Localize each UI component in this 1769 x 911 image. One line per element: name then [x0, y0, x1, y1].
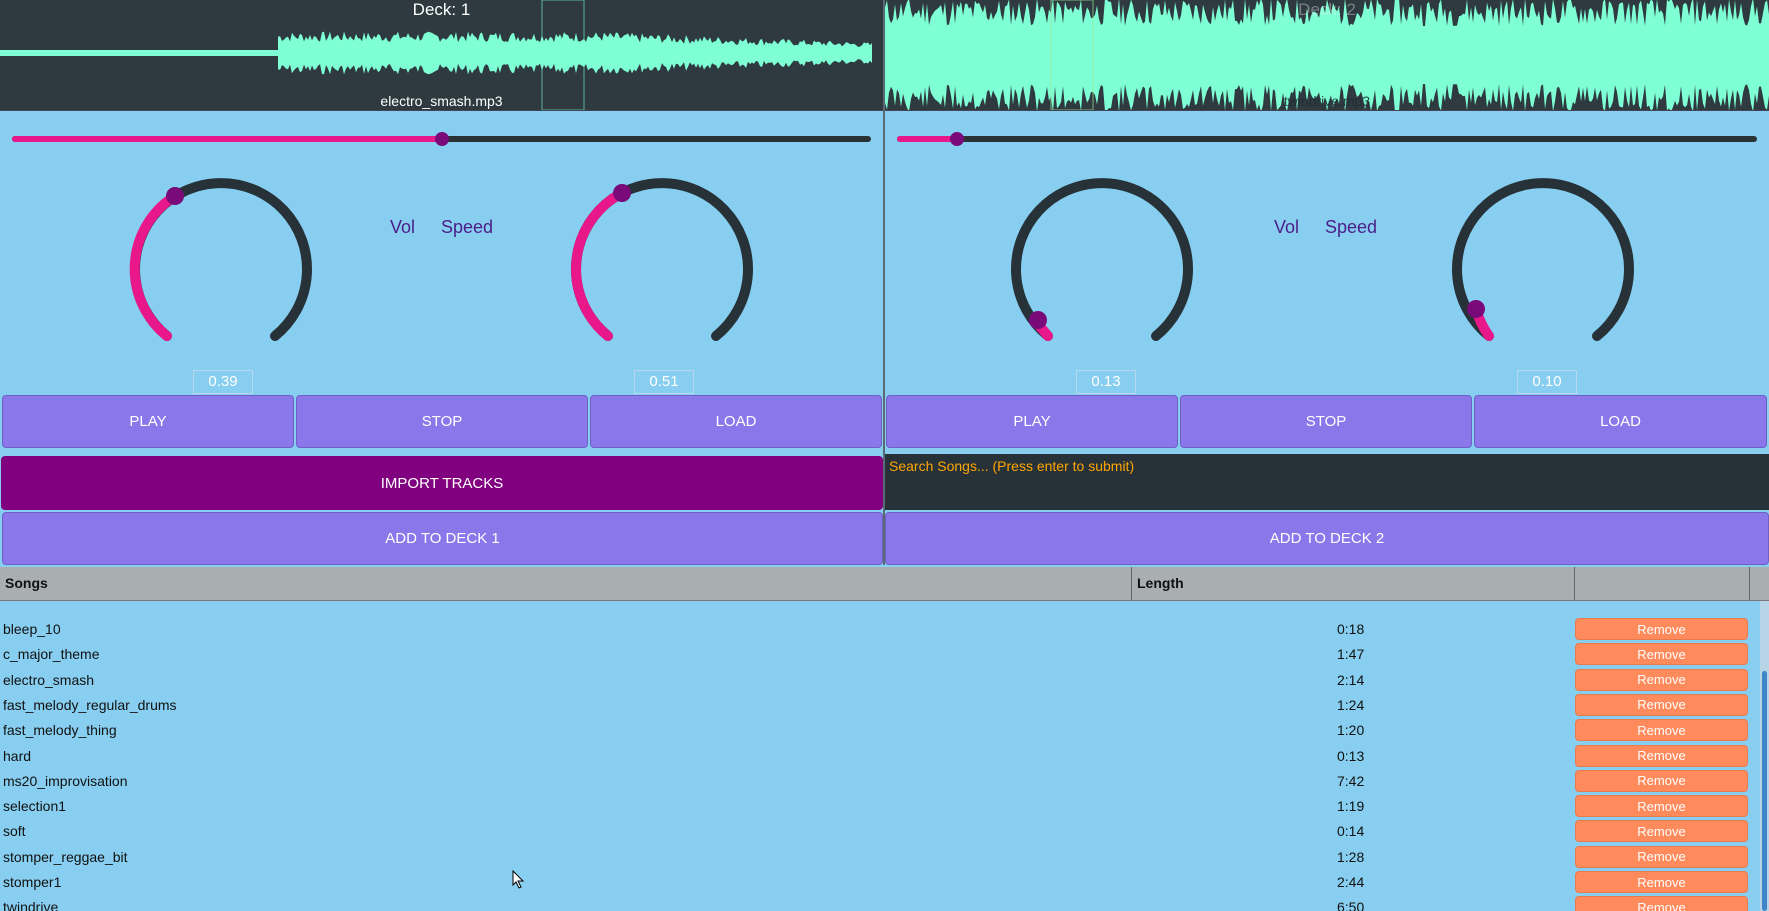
deck-1-waveform[interactable]: Deck: 1 electro_smash.mp3: [0, 0, 883, 111]
table-row[interactable]: bleep_10 0:18 Remove: [0, 617, 1769, 642]
playlist-header: Songs Length: [0, 567, 1769, 601]
table-row[interactable]: fast_melody_thing 1:20 Remove: [0, 718, 1769, 743]
song-name: fast_melody_regular_drums: [3, 696, 177, 713]
add-to-deck-1-button[interactable]: ADD TO DECK 1: [2, 512, 883, 565]
add-to-deck-2-button[interactable]: ADD TO DECK 2: [885, 512, 1769, 565]
deck-2-speed-value[interactable]: 0.10: [1517, 370, 1577, 394]
remove-button[interactable]: Remove: [1575, 845, 1748, 868]
deck-1-stop-button[interactable]: STOP: [296, 395, 588, 448]
deck-2-filename: twindrive.mp3: [1283, 93, 1371, 109]
table-row[interactable]: stomper_reggae_bit 1:28 Remove: [0, 845, 1769, 870]
deck-2-position-slider[interactable]: [897, 132, 1757, 146]
deck-1-position-slider[interactable]: [12, 132, 871, 146]
remove-button[interactable]: Remove: [1575, 769, 1748, 792]
remove-button[interactable]: Remove: [1575, 871, 1748, 893]
table-row[interactable]: ms20_improvisation 7:42 Remove: [0, 769, 1769, 794]
table-row[interactable]: soft 0:14 Remove: [0, 819, 1769, 844]
deck-1-vol-knob[interactable]: [121, 170, 321, 370]
deck-2-waveform[interactable]: Deck: 2 twindrive.mp3: [885, 0, 1769, 111]
deck-1-speed-value[interactable]: 0.51: [634, 370, 694, 394]
table-row[interactable]: selection1 1:19 Remove: [0, 794, 1769, 819]
deck-2-vol-value[interactable]: 0.13: [1076, 370, 1136, 394]
deck-1-title: Deck: 1: [412, 0, 471, 19]
mouse-cursor-icon: [512, 870, 525, 889]
song-length: 7:42: [1337, 772, 1365, 789]
deck-2-position-fill: [897, 136, 958, 142]
song-name: c_major_theme: [3, 646, 100, 663]
table-row[interactable]: twindrive 6:50 Remove: [0, 895, 1769, 911]
playlist-scroll-thumb[interactable]: [1762, 671, 1767, 911]
deck-2-load-button[interactable]: LOAD: [1474, 395, 1767, 448]
remove-button[interactable]: Remove: [1575, 744, 1748, 767]
song-name: stomper_reggae_bit: [3, 848, 128, 865]
deck-1-play-button[interactable]: PLAY: [2, 395, 294, 448]
deck-1-position-fill: [12, 136, 442, 142]
song-name: stomper1: [3, 874, 62, 890]
column-header-actions: [1575, 567, 1750, 600]
remove-button[interactable]: Remove: [1575, 795, 1748, 818]
deck-1-vol-label: Vol: [390, 217, 416, 237]
import-tracks-button[interactable]: IMPORT TRACKS: [1, 456, 883, 510]
search-box: [885, 454, 1769, 510]
song-name: bleep_10: [3, 621, 61, 637]
search-input[interactable]: [889, 458, 1765, 474]
deck-2-play-button[interactable]: PLAY: [886, 395, 1178, 448]
deck-1-vol-value[interactable]: 0.39: [193, 370, 253, 394]
deck-2-stop-button[interactable]: STOP: [1180, 395, 1472, 448]
deck-1-speed-knob[interactable]: [562, 170, 762, 370]
deck-2-speed-knob[interactable]: [1443, 170, 1643, 370]
column-header-length[interactable]: Length: [1132, 567, 1575, 600]
song-length: 1:20: [1337, 722, 1365, 739]
deck-1-speed-label: Speed: [441, 217, 494, 237]
song-name: twindrive: [3, 899, 59, 911]
playlist-scrollbar[interactable]: [1760, 601, 1769, 911]
song-name: soft: [3, 823, 26, 840]
remove-button[interactable]: Remove: [1575, 719, 1748, 742]
table-row[interactable]: c_major_theme 1:47 Remove: [0, 642, 1769, 667]
song-length: 0:13: [1337, 747, 1365, 764]
deck-2-position-thumb[interactable]: [950, 132, 965, 146]
song-length: 0:18: [1337, 621, 1365, 637]
deck-2-title: Deck: 2: [1298, 0, 1356, 19]
deck-1-position-thumb[interactable]: [434, 132, 449, 146]
deck-2-speed-label: Speed: [1325, 217, 1378, 237]
table-row[interactable]: fast_melody_regular_drums 1:24 Remove: [0, 693, 1769, 718]
remove-button[interactable]: Remove: [1575, 896, 1748, 911]
song-length: 0:14: [1337, 823, 1365, 840]
song-name: ms20_improvisation: [3, 772, 128, 789]
deck-2-vol-knob[interactable]: [1002, 170, 1202, 370]
song-name: fast_melody_thing: [3, 722, 117, 739]
song-length: 2:14: [1337, 671, 1365, 688]
song-length: 1:47: [1337, 646, 1365, 663]
playlist-table: bleep_10 0:18 Remove c_major_theme 1:47 Remov…: [0, 601, 1769, 911]
song-length: 6:50: [1337, 899, 1365, 911]
deck-1-filename: electro_smash.mp3: [380, 93, 503, 109]
remove-button[interactable]: Remove: [1575, 820, 1748, 843]
table-row[interactable]: hard 0:13 Remove: [0, 744, 1769, 769]
deck-1-load-button[interactable]: LOAD: [590, 395, 882, 448]
deck-2-vol-label: Vol: [1274, 217, 1300, 237]
song-length: 1:19: [1337, 798, 1365, 815]
song-length: 1:24: [1337, 696, 1365, 713]
remove-button[interactable]: Remove: [1575, 668, 1748, 691]
remove-button[interactable]: Remove: [1575, 693, 1748, 716]
table-row[interactable]: electro_smash 2:14 Remove: [0, 668, 1769, 693]
remove-button[interactable]: Remove: [1575, 618, 1748, 640]
table-row[interactable]: stomper1 2:44 Remove: [0, 870, 1769, 895]
song-name: selection1: [3, 798, 67, 815]
song-length: 2:44: [1337, 874, 1365, 890]
song-name: hard: [3, 747, 32, 764]
remove-button[interactable]: Remove: [1575, 643, 1748, 666]
song-name: electro_smash: [3, 671, 95, 688]
column-header-songs[interactable]: Songs: [0, 567, 1132, 600]
song-length: 1:28: [1337, 848, 1365, 865]
